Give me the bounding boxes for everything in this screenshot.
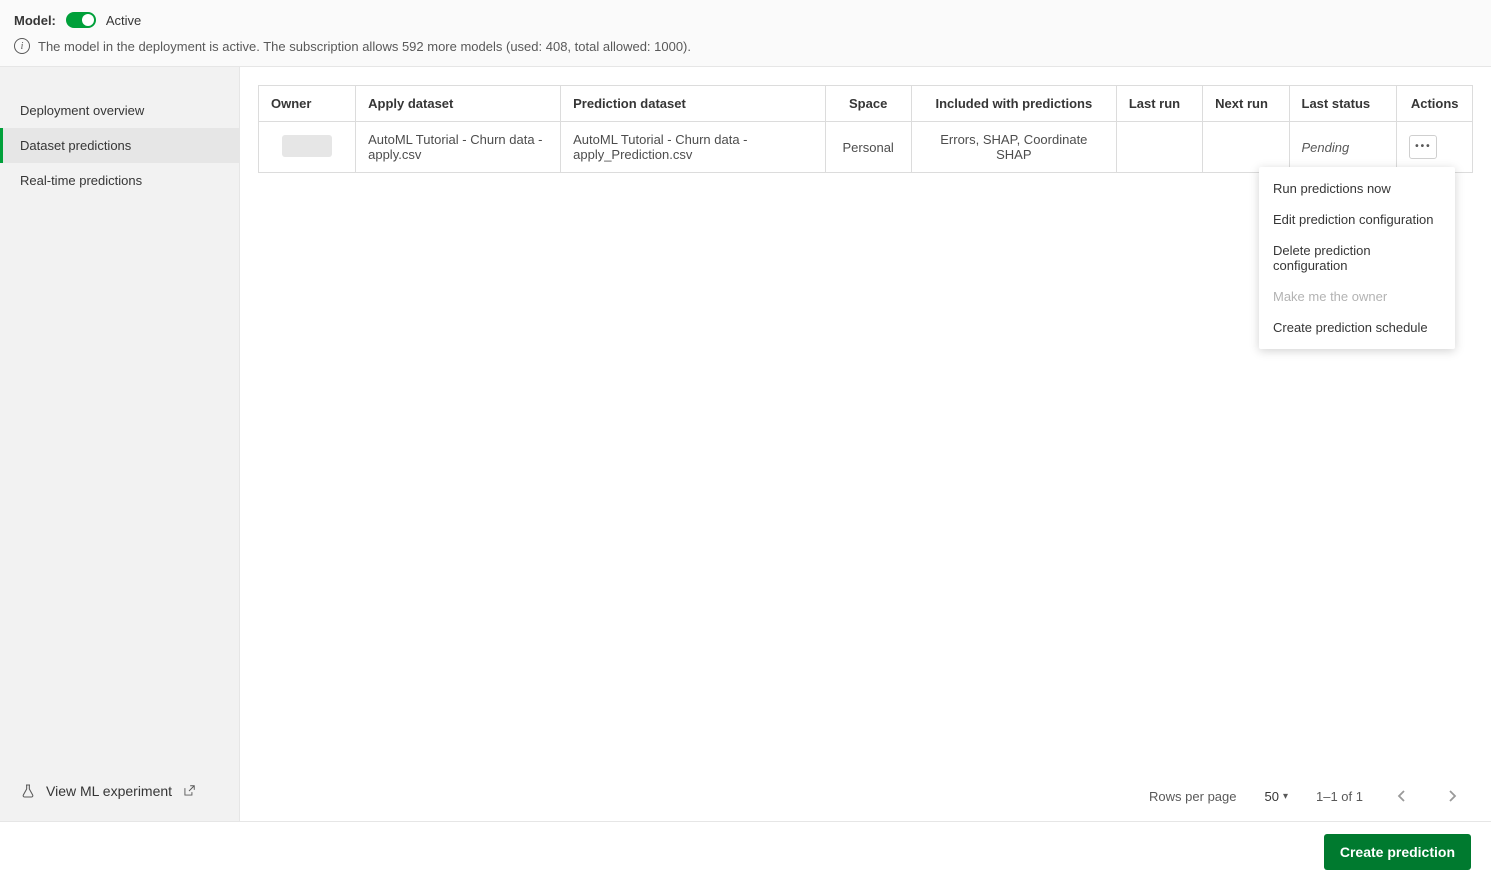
col-actions[interactable]: Actions: [1397, 86, 1473, 122]
menu-run-predictions-now[interactable]: Run predictions now: [1259, 173, 1455, 204]
footer-bar: Create prediction: [0, 821, 1491, 881]
model-active-toggle[interactable]: [66, 12, 96, 28]
sidebar-item-real-time-predictions[interactable]: Real-time predictions: [0, 163, 239, 198]
col-next-run[interactable]: Next run: [1203, 86, 1289, 122]
flask-icon: [20, 783, 36, 799]
header-bar: Model: Active i The model in the deploym…: [0, 0, 1491, 67]
cell-space: Personal: [825, 122, 911, 173]
menu-make-me-owner: Make me the owner: [1259, 281, 1455, 312]
info-icon: i: [14, 38, 30, 54]
page-range: 1–1 of 1: [1316, 789, 1363, 804]
more-icon: •••: [1415, 142, 1432, 152]
predictions-table: Owner Apply dataset Prediction dataset S…: [258, 85, 1473, 173]
view-ml-experiment-label: View ML experiment: [46, 783, 172, 799]
external-link-icon: [182, 784, 196, 798]
menu-create-schedule[interactable]: Create prediction schedule: [1259, 312, 1455, 343]
col-included[interactable]: Included with predictions: [911, 86, 1116, 122]
col-space[interactable]: Space: [825, 86, 911, 122]
sidebar: Deployment overview Dataset predictions …: [0, 67, 240, 821]
create-prediction-button[interactable]: Create prediction: [1324, 834, 1471, 870]
col-last-status[interactable]: Last status: [1289, 86, 1397, 122]
table-row: AutoML Tutorial - Churn data - apply.csv…: [259, 122, 1473, 173]
cell-prediction-dataset: AutoML Tutorial - Churn data - apply_Pre…: [561, 122, 825, 173]
row-actions-menu: Run predictions now Edit prediction conf…: [1259, 167, 1455, 349]
cell-actions: •••: [1397, 122, 1473, 173]
next-page-button[interactable]: [1441, 785, 1463, 807]
sidebar-item-deployment-overview[interactable]: Deployment overview: [0, 93, 239, 128]
col-last-run[interactable]: Last run: [1116, 86, 1202, 122]
col-prediction-dataset[interactable]: Prediction dataset: [561, 86, 825, 122]
table-pager: Rows per page 50 ▾ 1–1 of 1: [258, 771, 1473, 821]
main-content: Owner Apply dataset Prediction dataset S…: [240, 67, 1491, 821]
table-header-row: Owner Apply dataset Prediction dataset S…: [259, 86, 1473, 122]
prev-page-button[interactable]: [1391, 785, 1413, 807]
cell-next-run: [1203, 122, 1289, 173]
view-ml-experiment-link[interactable]: View ML experiment: [0, 767, 239, 821]
cell-last-status: Pending: [1289, 122, 1397, 173]
menu-edit-prediction-config[interactable]: Edit prediction configuration: [1259, 204, 1455, 235]
col-apply-dataset[interactable]: Apply dataset: [356, 86, 561, 122]
cell-last-run: [1116, 122, 1202, 173]
chevron-down-icon: ▾: [1283, 791, 1288, 802]
model-active-text: Active: [106, 13, 141, 28]
row-actions-button[interactable]: •••: [1409, 135, 1437, 159]
model-label: Model:: [14, 13, 56, 28]
sidebar-item-dataset-predictions[interactable]: Dataset predictions: [0, 128, 239, 163]
menu-delete-prediction-config[interactable]: Delete prediction configuration: [1259, 235, 1455, 281]
col-owner[interactable]: Owner: [259, 86, 356, 122]
rows-per-page-value: 50: [1265, 789, 1279, 804]
rows-per-page-label: Rows per page: [1149, 789, 1236, 804]
cell-owner: [259, 122, 356, 173]
owner-avatar: [282, 135, 332, 157]
status-pending: Pending: [1302, 140, 1350, 155]
cell-apply-dataset: AutoML Tutorial - Churn data - apply.csv: [356, 122, 561, 173]
cell-included: Errors, SHAP, Coordinate SHAP: [911, 122, 1116, 173]
model-info-text: The model in the deployment is active. T…: [38, 39, 691, 54]
rows-per-page-select[interactable]: 50 ▾: [1265, 789, 1289, 804]
